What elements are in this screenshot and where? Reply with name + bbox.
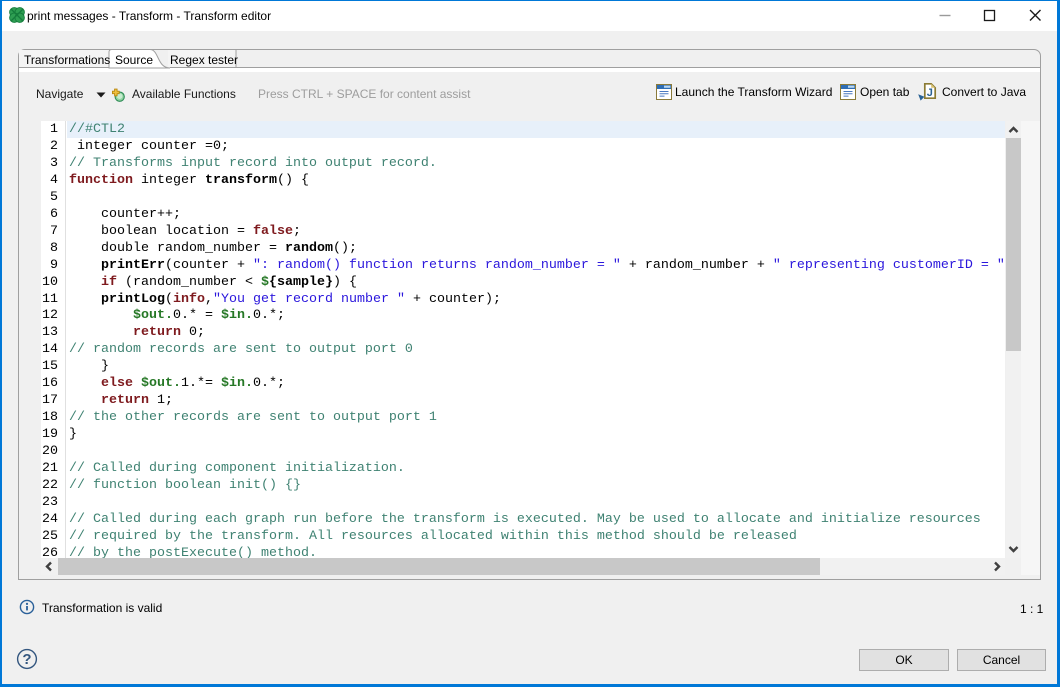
svg-text:J: J xyxy=(927,87,933,99)
svg-text:?: ? xyxy=(22,651,31,668)
